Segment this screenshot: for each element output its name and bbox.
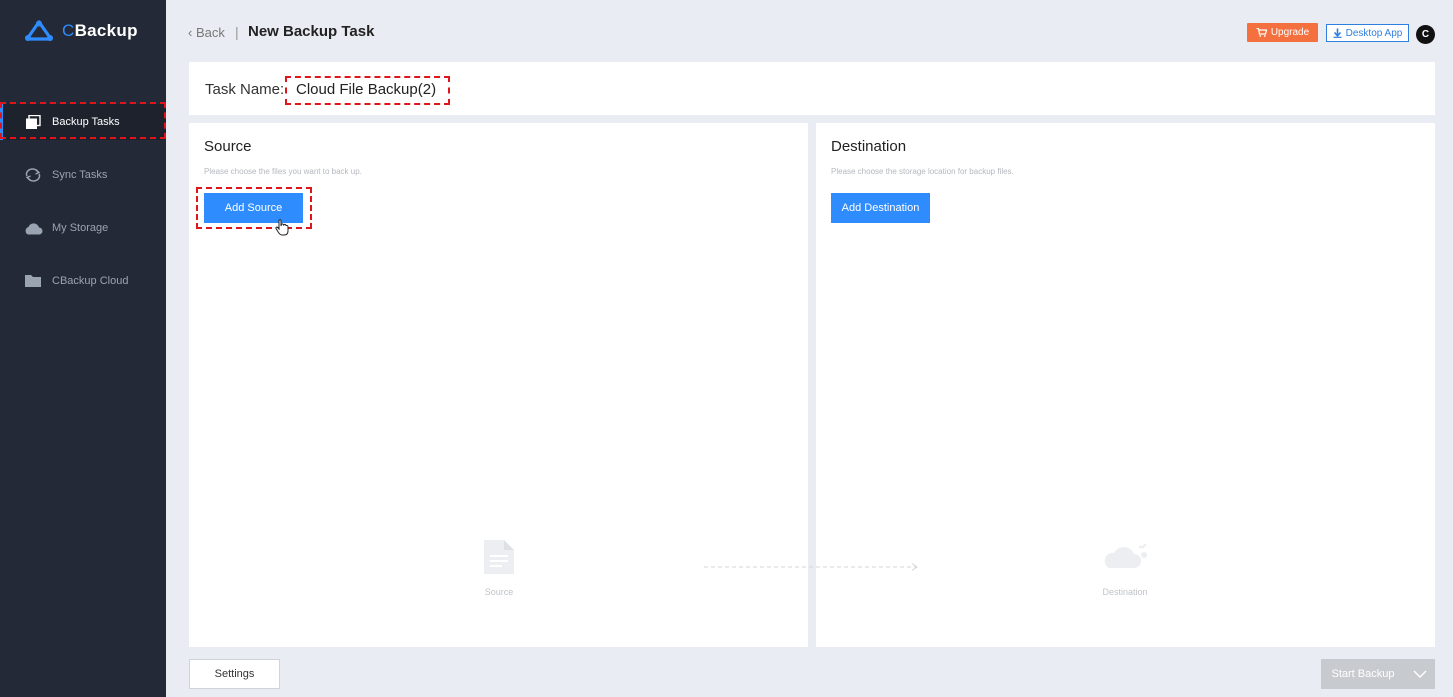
task-name-field[interactable]: Cloud File Backup(2) [296,81,436,98]
cloud-icon [23,220,43,236]
logo-rest: Backup [74,21,138,40]
page-title: New Backup Task [248,23,375,40]
start-backup-button[interactable]: Start Backup [1321,659,1435,689]
task-name-panel: Task Name: Cloud File Backup(2) [189,62,1435,115]
file-icon [484,540,514,574]
source-hint: Please choose the files you want to back… [204,167,362,176]
sidebar-item-cbackup-cloud[interactable]: CBackup Cloud [0,263,166,299]
upgrade-label: Upgrade [1270,27,1310,38]
cloud-transfer-icon [1104,544,1147,568]
back-button[interactable]: ‹ Back [188,25,225,40]
cbackup-logo-icon [25,20,53,41]
folder-icon [23,273,43,289]
desktop-app-label: Desktop App [1345,27,1403,39]
destination-illustration-label: Destination [1102,587,1148,597]
sidebar-item-my-storage[interactable]: My Storage [0,210,166,246]
chevron-left-icon: ‹ [188,25,193,40]
logo-c: C [62,21,75,40]
sidebar-item-label: Backup Tasks [52,116,120,128]
chevron-down-icon[interactable] [1405,670,1435,678]
backup-tasks-icon [23,114,43,130]
dashed-arrow-icon [704,563,918,571]
download-icon [1333,28,1342,38]
upgrade-button[interactable]: Upgrade [1247,23,1318,42]
app-name: CBackup [62,21,138,41]
pointer-cursor-icon [275,219,289,236]
cart-icon [1256,28,1267,37]
sidebar-item-label: Sync Tasks [52,169,108,181]
app-logo[interactable]: CBackup [24,20,138,42]
sidebar-item-backup-tasks[interactable]: Backup Tasks [0,104,166,140]
sidebar-item-sync-tasks[interactable]: Sync Tasks [0,157,166,193]
destination-title: Destination [831,138,907,155]
source-illustration-label: Source [484,587,514,597]
sidebar: CBackup Backup Tasks Sync Tasks My Stora… [0,0,166,697]
sync-icon [23,167,43,183]
desktop-app-button[interactable]: Desktop App [1326,24,1409,42]
settings-button[interactable]: Settings [189,659,280,689]
avatar[interactable]: C [1416,25,1435,44]
task-name-label: Task Name: [205,81,285,98]
destination-hint: Please choose the storage location for b… [831,167,1014,176]
sidebar-item-label: CBackup Cloud [52,275,129,287]
back-label: Back [195,25,225,40]
start-backup-label: Start Backup [1331,668,1395,680]
title-separator: | [235,24,239,40]
sidebar-item-label: My Storage [52,222,109,234]
source-title: Source [204,138,252,155]
add-destination-button[interactable]: Add Destination [831,193,930,223]
